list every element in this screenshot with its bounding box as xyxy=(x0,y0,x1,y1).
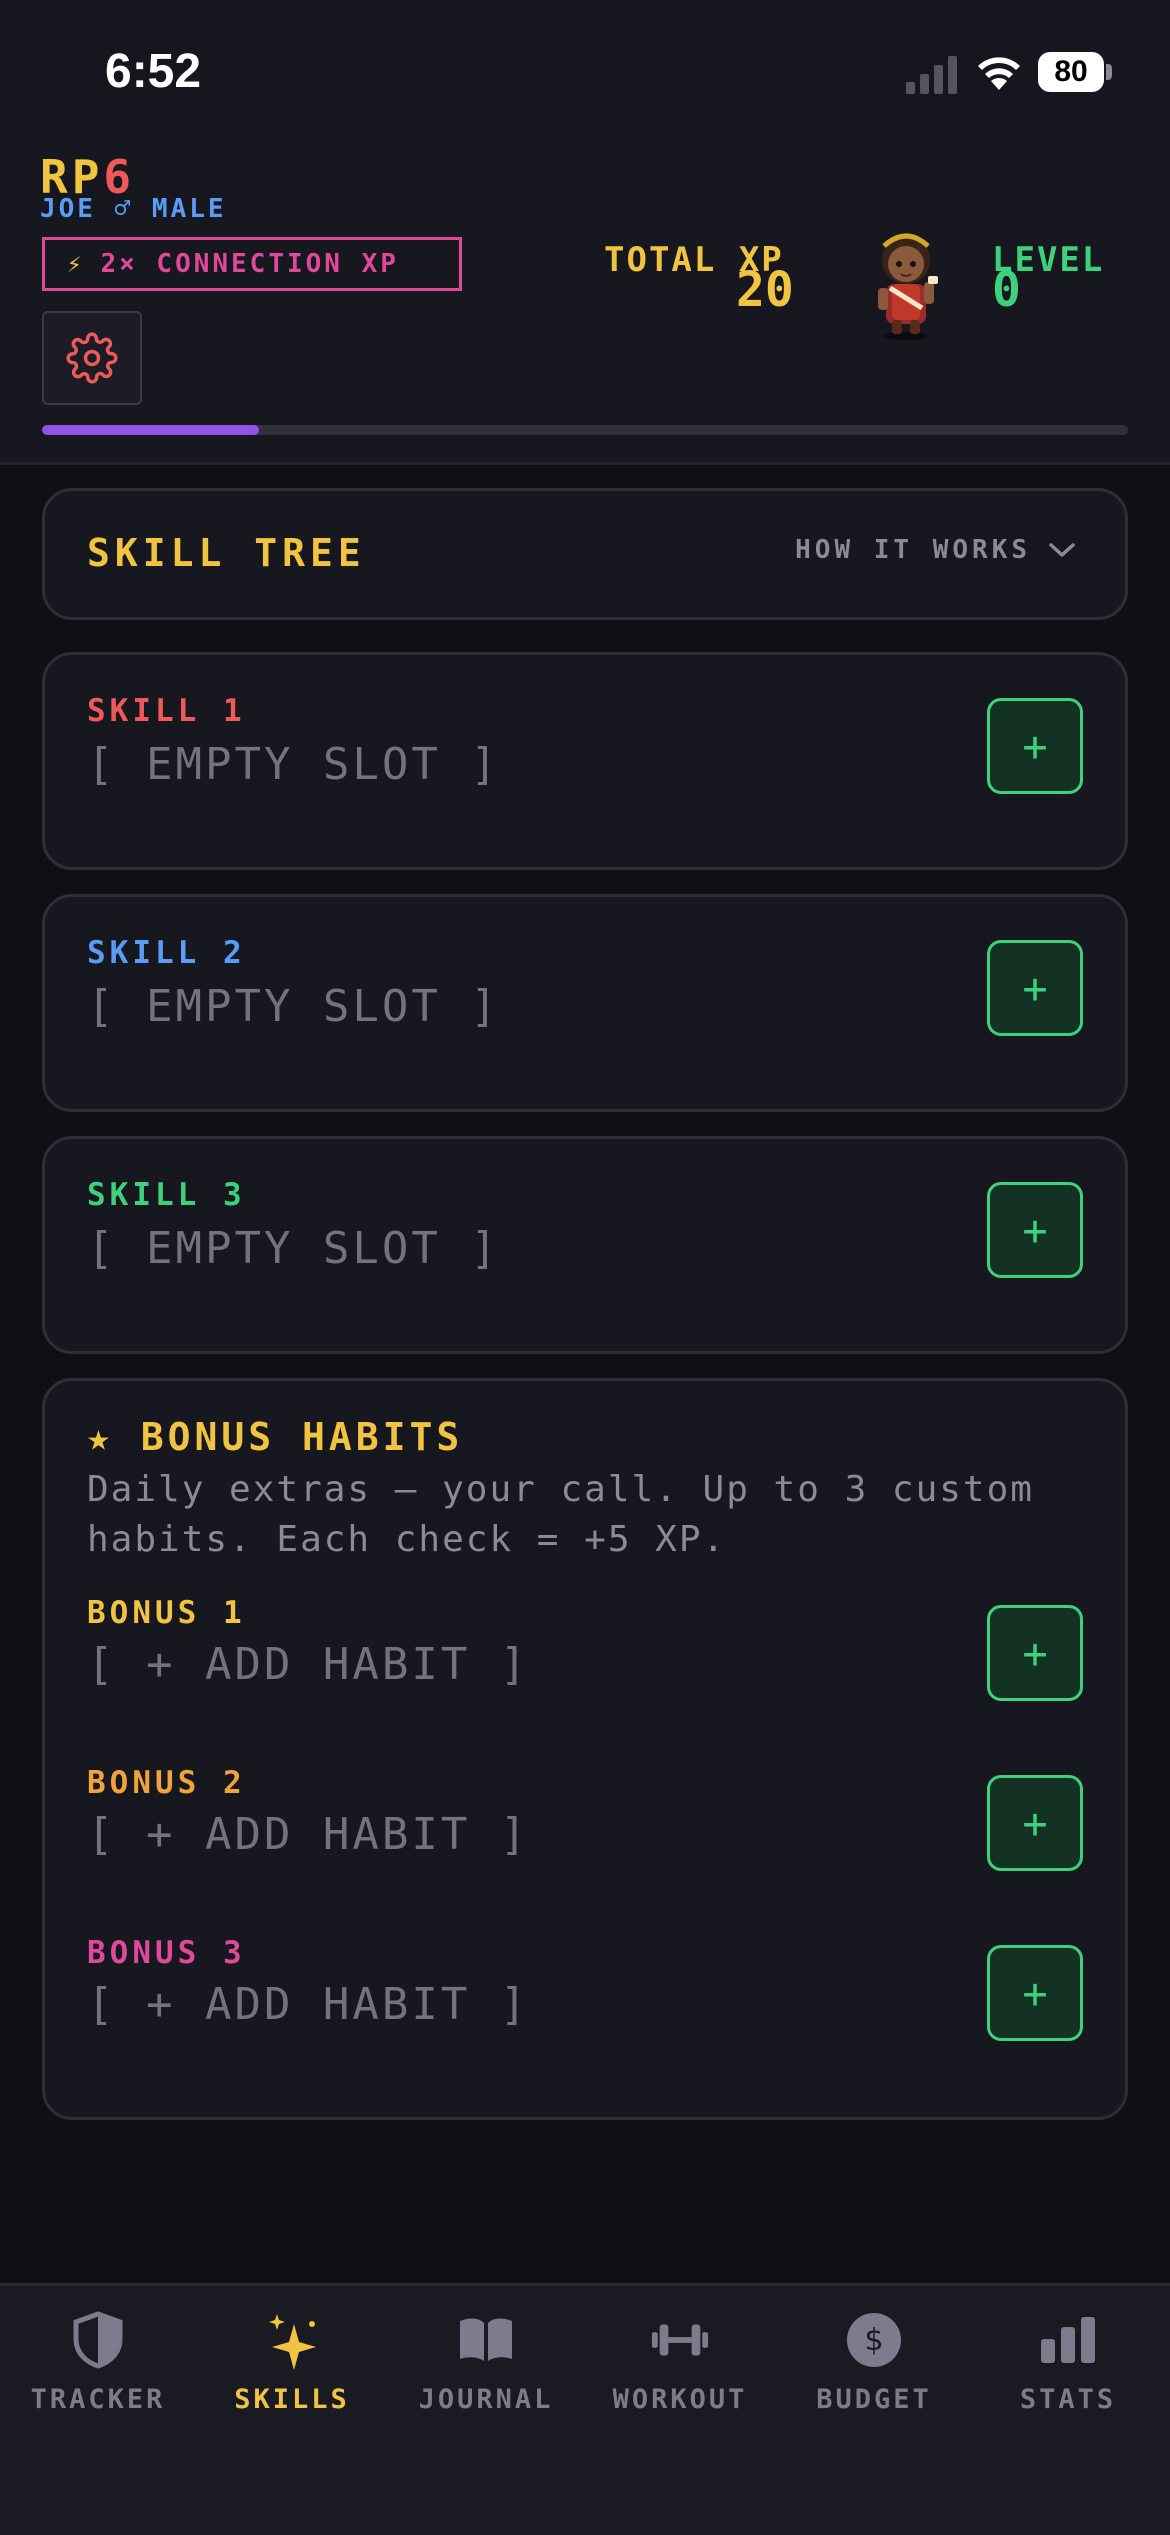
gear-icon xyxy=(66,332,118,384)
shield-icon xyxy=(68,2310,128,2370)
skill-slot-card: SKILL 1 [ EMPTY SLOT ] + xyxy=(42,652,1128,870)
skill-label: SKILL 2 xyxy=(87,935,246,971)
skill-label: SKILL 1 xyxy=(87,693,246,729)
user-info: JOE ♂ MALE xyxy=(40,194,227,224)
plus-icon: + xyxy=(1022,1968,1048,2018)
tab-label: STATS xyxy=(1019,2384,1117,2415)
total-xp-value: 20 xyxy=(736,262,794,318)
add-habit-button[interactable]: + xyxy=(987,1775,1083,1871)
skill-value: [ EMPTY SLOT ] xyxy=(87,1223,500,1274)
dumbbell-icon xyxy=(650,2310,710,2370)
plus-icon: + xyxy=(1022,721,1048,771)
svg-text:$: $ xyxy=(864,2323,883,2358)
connection-xp-label: 2× CONNECTION XP xyxy=(100,249,399,279)
wifi-icon xyxy=(978,57,1020,90)
add-skill-button[interactable]: + xyxy=(987,940,1083,1036)
tab-label: WORKOUT xyxy=(612,2384,748,2415)
level-value: 0 xyxy=(992,262,1021,318)
bonus-habits-description: Daily extras — your call. Up to 3 custom… xyxy=(87,1469,1034,1560)
skill-tree-card: SKILL TREE HOW IT WORKS xyxy=(42,488,1128,620)
bonus-label: BONUS 2 xyxy=(87,1765,246,1801)
how-it-works-toggle[interactable]: HOW IT WORKS xyxy=(795,535,1077,565)
skill-tree-title: SKILL TREE xyxy=(87,531,366,575)
plus-icon: + xyxy=(1022,963,1048,1013)
xp-progress-fill xyxy=(42,425,260,435)
tab-label: BUDGET xyxy=(816,2384,932,2415)
tab-workout[interactable]: WORKOUT xyxy=(582,2310,778,2430)
plus-icon: + xyxy=(1022,1798,1048,1848)
tab-label: SKILLS xyxy=(234,2384,350,2415)
bonus-label: BONUS 3 xyxy=(87,1935,246,1971)
xp-progress-bar xyxy=(42,425,1128,435)
tab-journal[interactable]: JOURNAL xyxy=(388,2310,584,2430)
how-it-works-label: HOW IT WORKS xyxy=(795,535,1031,565)
tab-bar: TRACKER SKILLS JOURNAL WORKOUT $ BUDGET … xyxy=(0,2283,1170,2535)
skill-label: SKILL 3 xyxy=(87,1177,246,1213)
bonus-label: BONUS 1 xyxy=(87,1595,246,1631)
skill-slot-card: SKILL 2 [ EMPTY SLOT ] + xyxy=(42,894,1128,1112)
tab-budget[interactable]: $ BUDGET xyxy=(776,2310,972,2430)
avatar xyxy=(878,233,938,340)
tab-tracker[interactable]: TRACKER xyxy=(0,2310,196,2430)
bonus-habit-row: BONUS 3 [ + ADD HABIT ] + xyxy=(45,1935,1125,2055)
bar-chart-icon xyxy=(1038,2310,1098,2370)
bonus-value: [ + ADD HABIT ] xyxy=(87,1639,530,1690)
bonus-value: [ + ADD HABIT ] xyxy=(87,1809,530,1860)
add-skill-button[interactable]: + xyxy=(987,698,1083,794)
settings-button[interactable] xyxy=(42,311,142,405)
add-skill-button[interactable]: + xyxy=(987,1182,1083,1278)
status-time: 6:52 xyxy=(105,45,202,98)
battery-level: 80 xyxy=(1054,55,1088,88)
add-habit-button[interactable]: + xyxy=(987,1945,1083,2041)
sparkles-icon xyxy=(262,2310,322,2370)
skill-value: [ EMPTY SLOT ] xyxy=(87,739,500,790)
connection-xp-badge[interactable]: ⚡ 2× CONNECTION XP xyxy=(42,237,462,291)
bonus-value: [ + ADD HABIT ] xyxy=(87,1979,530,2030)
chevron-down-icon xyxy=(1049,543,1075,557)
tab-label: TRACKER xyxy=(30,2384,166,2415)
plus-icon: + xyxy=(1022,1628,1048,1678)
dollar-icon: $ xyxy=(844,2310,904,2370)
skill-slot-card: SKILL 3 [ EMPTY SLOT ] + xyxy=(42,1136,1128,1354)
book-icon xyxy=(456,2310,516,2370)
lightning-icon: ⚡ xyxy=(67,250,85,278)
tab-label: JOURNAL xyxy=(418,2384,554,2415)
bonus-habit-row: BONUS 1 [ + ADD HABIT ] + xyxy=(45,1595,1125,1715)
add-habit-button[interactable]: + xyxy=(987,1605,1083,1701)
cellular-signal-icon xyxy=(906,56,957,94)
battery-indicator: 80 xyxy=(1038,52,1112,92)
plus-icon: + xyxy=(1022,1205,1048,1255)
tab-stats[interactable]: STATS xyxy=(970,2310,1166,2430)
bonus-habit-row: BONUS 2 [ + ADD HABIT ] + xyxy=(45,1765,1125,1885)
bonus-habits-title: ★ BONUS HABITS xyxy=(87,1415,464,1459)
skill-value: [ EMPTY SLOT ] xyxy=(87,981,500,1032)
bonus-habits-card: ★ BONUS HABITS Daily extras — your call.… xyxy=(42,1378,1128,2120)
battery-tip xyxy=(1106,64,1112,80)
status-bar: 6:52 80 xyxy=(0,0,1170,140)
tab-skills[interactable]: SKILLS xyxy=(194,2310,390,2430)
